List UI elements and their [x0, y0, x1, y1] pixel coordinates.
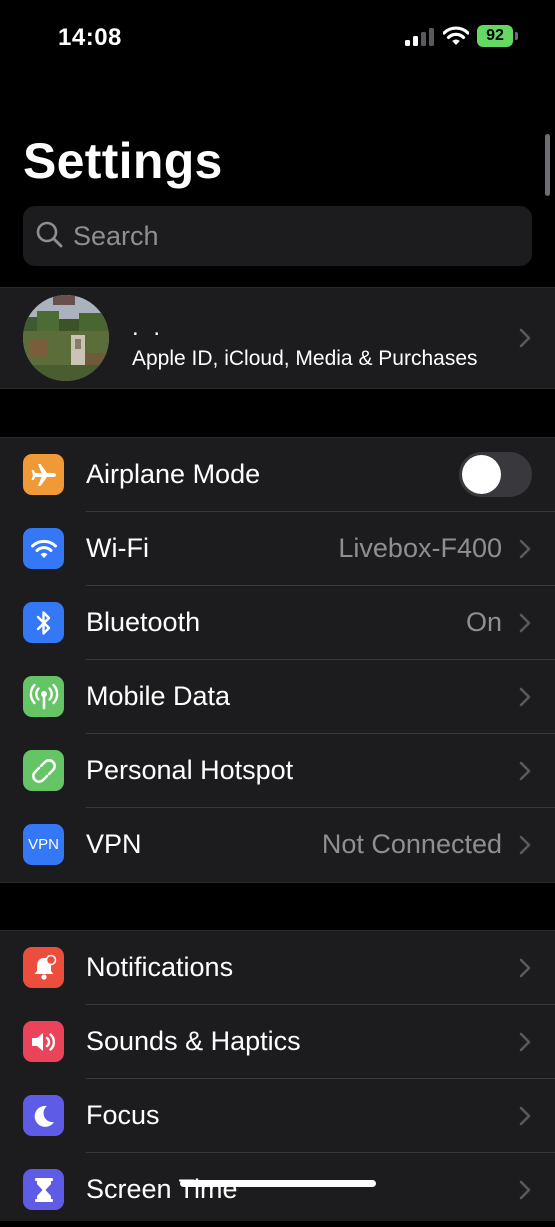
chevron-right-icon [519, 1106, 531, 1126]
speaker-icon [23, 1021, 64, 1062]
airplane-mode-toggle[interactable] [459, 452, 532, 497]
wifi-status-icon [443, 26, 469, 45]
bell-icon [23, 947, 64, 988]
settings-row-airplane-mode[interactable]: Airplane Mode [0, 438, 555, 512]
vpn-icon-text: VPN [28, 836, 59, 853]
settings-row-sounds-haptics[interactable]: Sounds & Haptics [0, 1005, 555, 1079]
toggle-knob [462, 455, 501, 494]
settings-row-label: Notifications [86, 952, 234, 982]
connectivity-settings-group: Airplane Mode Wi-Fi Livebox-F400 Bluetoo… [0, 437, 555, 883]
settings-row-bluetooth[interactable]: Bluetooth On [0, 586, 555, 660]
system-settings-group: Notifications Sounds & Haptics Focus Scr… [0, 930, 555, 1221]
status-bar: 14:08 92 [0, 0, 555, 70]
settings-row-label: Focus [86, 1100, 160, 1130]
settings-row-label: Sounds & Haptics [86, 1026, 301, 1056]
chevron-right-icon [519, 1180, 531, 1200]
chevron-right-icon [519, 835, 531, 855]
wifi-network-value: Livebox-F400 [338, 533, 502, 563]
settings-row-label: Mobile Data [86, 681, 231, 711]
settings-row-personal-hotspot[interactable]: Personal Hotspot [0, 734, 555, 808]
settings-row-wifi[interactable]: Wi-Fi Livebox-F400 [0, 512, 555, 586]
search-input[interactable] [73, 206, 513, 266]
profile-subtitle: Apple ID, iCloud, Media & Purchases [132, 347, 478, 370]
settings-row-label: VPN [86, 829, 142, 859]
apple-id-row[interactable]: . . Apple ID, iCloud, Media & Purchases [0, 287, 555, 389]
avatar [23, 295, 109, 381]
chevron-right-icon [519, 328, 531, 348]
settings-row-label: Wi-Fi [86, 533, 149, 563]
search-bar[interactable] [23, 206, 532, 266]
moon-icon [23, 1095, 64, 1136]
settings-row-focus[interactable]: Focus [0, 1079, 555, 1153]
status-time: 14:08 [58, 24, 122, 51]
search-icon [36, 221, 63, 248]
settings-row-label: Screen Time [86, 1174, 238, 1204]
bluetooth-status-value: On [465, 607, 502, 637]
cellular-signal-icon [405, 28, 435, 46]
bluetooth-icon [23, 602, 64, 643]
antenna-icon [23, 676, 64, 717]
chevron-right-icon [519, 761, 531, 781]
settings-row-mobile-data[interactable]: Mobile Data [0, 660, 555, 734]
airplane-icon [23, 454, 64, 495]
chevron-right-icon [519, 539, 531, 559]
page-title: Settings [23, 133, 223, 189]
wifi-icon [23, 528, 64, 569]
vpn-icon: VPN [23, 824, 64, 865]
battery-tip [515, 32, 518, 40]
chevron-right-icon [519, 687, 531, 707]
vpn-status-value: Not Connected [321, 829, 502, 859]
settings-row-screen-time[interactable]: Screen Time [0, 1153, 555, 1227]
battery-level: 92 [477, 25, 513, 47]
settings-row-vpn[interactable]: VPN VPN Not Connected [0, 808, 555, 882]
chevron-right-icon [519, 958, 531, 978]
settings-row-label: Bluetooth [86, 607, 201, 637]
scroll-indicator[interactable] [545, 134, 550, 196]
home-indicator[interactable] [180, 1180, 376, 1187]
profile-name: . . [132, 314, 165, 341]
chevron-right-icon [519, 613, 531, 633]
hotspot-icon [23, 750, 64, 791]
settings-row-label: Personal Hotspot [86, 755, 294, 785]
settings-row-label: Airplane Mode [86, 459, 261, 489]
settings-row-notifications[interactable]: Notifications [0, 931, 555, 1005]
hourglass-icon [23, 1169, 64, 1210]
chevron-right-icon [519, 1032, 531, 1052]
